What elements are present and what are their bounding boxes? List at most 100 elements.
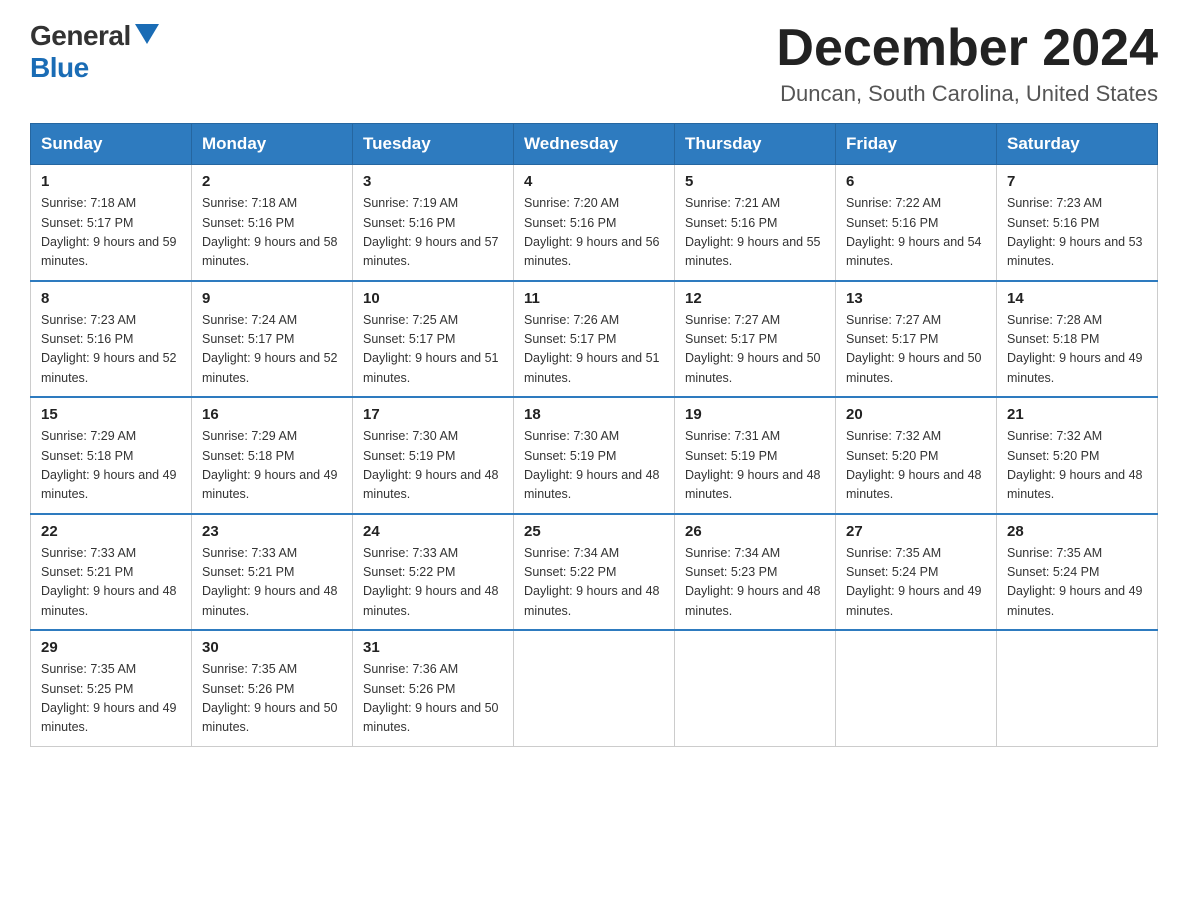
- day-info: Sunrise: 7:28 AMSunset: 5:18 PMDaylight:…: [1007, 311, 1147, 389]
- day-info: Sunrise: 7:32 AMSunset: 5:20 PMDaylight:…: [846, 427, 986, 505]
- day-number: 11: [524, 290, 664, 307]
- calendar-cell: 10 Sunrise: 7:25 AMSunset: 5:17 PMDayligh…: [353, 281, 514, 398]
- day-info: Sunrise: 7:26 AMSunset: 5:17 PMDaylight:…: [524, 311, 664, 389]
- day-info: Sunrise: 7:36 AMSunset: 5:26 PMDaylight:…: [363, 660, 503, 738]
- day-number: 7: [1007, 173, 1147, 190]
- calendar-cell: 5Sunrise: 7:21 AMSunset: 5:16 PMDaylight…: [675, 165, 836, 281]
- calendar-cell: 2 Sunrise: 7:18 AMSunset: 5:16 PMDaylight…: [192, 165, 353, 281]
- day-info: Sunrise: 7:23 AMSunset: 5:16 PMDaylight:…: [41, 311, 181, 389]
- day-info: Sunrise: 7:34 AMSunset: 5:23 PMDaylight:…: [685, 544, 825, 622]
- day-number: 21: [1007, 406, 1147, 423]
- day-info: Sunrise: 7:32 AMSunset: 5:20 PMDaylight:…: [1007, 427, 1147, 505]
- day-info: Sunrise: 7:33 AMSunset: 5:21 PMDaylight:…: [202, 544, 342, 622]
- day-number: 1: [41, 173, 181, 190]
- day-info: Sunrise: 7:35 AMSunset: 5:25 PMDaylight:…: [41, 660, 181, 738]
- day-number: 8: [41, 290, 181, 307]
- day-info: Sunrise: 7:30 AMSunset: 5:19 PMDaylight:…: [363, 427, 503, 505]
- day-number: 2: [202, 173, 342, 190]
- day-info: Sunrise: 7:18 AMSunset: 5:16 PMDaylight:…: [202, 194, 342, 272]
- week-row-1: 1 Sunrise: 7:18 AMSunset: 5:17 PMDaylight…: [31, 165, 1158, 281]
- day-number: 22: [41, 523, 181, 540]
- calendar-header-row: SundayMondayTuesdayWednesdayThursdayFrid…: [31, 124, 1158, 165]
- calendar-cell: 21 Sunrise: 7:32 AMSunset: 5:20 PMDayligh…: [997, 397, 1158, 514]
- day-info: Sunrise: 7:20 AMSunset: 5:16 PMDaylight:…: [524, 194, 664, 272]
- location-title: Duncan, South Carolina, United States: [776, 81, 1158, 107]
- day-info: Sunrise: 7:27 AMSunset: 5:17 PMDaylight:…: [685, 311, 825, 389]
- day-info: Sunrise: 7:29 AMSunset: 5:18 PMDaylight:…: [41, 427, 181, 505]
- week-row-4: 22 Sunrise: 7:33 AMSunset: 5:21 PMDayligh…: [31, 514, 1158, 631]
- calendar-cell: 19 Sunrise: 7:31 AMSunset: 5:19 PMDayligh…: [675, 397, 836, 514]
- header-saturday: Saturday: [997, 124, 1158, 165]
- day-number: 3: [363, 173, 503, 190]
- calendar-cell: 17 Sunrise: 7:30 AMSunset: 5:19 PMDayligh…: [353, 397, 514, 514]
- week-row-3: 15 Sunrise: 7:29 AMSunset: 5:18 PMDayligh…: [31, 397, 1158, 514]
- calendar-cell: 18 Sunrise: 7:30 AMSunset: 5:19 PMDayligh…: [514, 397, 675, 514]
- day-info: Sunrise: 7:18 AMSunset: 5:17 PMDaylight:…: [41, 194, 181, 272]
- day-info: Sunrise: 7:24 AMSunset: 5:17 PMDaylight:…: [202, 311, 342, 389]
- calendar-cell: 16 Sunrise: 7:29 AMSunset: 5:18 PMDayligh…: [192, 397, 353, 514]
- calendar-cell: [514, 630, 675, 746]
- header-friday: Friday: [836, 124, 997, 165]
- calendar-cell: [675, 630, 836, 746]
- calendar-cell: 4 Sunrise: 7:20 AMSunset: 5:16 PMDaylight…: [514, 165, 675, 281]
- day-info: Sunrise: 7:25 AMSunset: 5:17 PMDaylight:…: [363, 311, 503, 389]
- logo: General Blue: [30, 20, 159, 84]
- day-number: 15: [41, 406, 181, 423]
- day-number: 30: [202, 639, 342, 656]
- day-number: 12: [685, 290, 825, 307]
- day-number: 14: [1007, 290, 1147, 307]
- header-thursday: Thursday: [675, 124, 836, 165]
- day-info: Sunrise: 7:35 AMSunset: 5:24 PMDaylight:…: [1007, 544, 1147, 622]
- calendar-cell: 23Sunrise: 7:33 AMSunset: 5:21 PMDayligh…: [192, 514, 353, 631]
- day-info: Sunrise: 7:27 AMSunset: 5:17 PMDaylight:…: [846, 311, 986, 389]
- day-info: Sunrise: 7:29 AMSunset: 5:18 PMDaylight:…: [202, 427, 342, 505]
- day-number: 26: [685, 523, 825, 540]
- calendar-cell: 24Sunrise: 7:33 AMSunset: 5:22 PMDayligh…: [353, 514, 514, 631]
- logo-general: General: [30, 20, 131, 52]
- calendar-cell: 30 Sunrise: 7:35 AMSunset: 5:26 PMDayligh…: [192, 630, 353, 746]
- day-number: 10: [363, 290, 503, 307]
- calendar-cell: 7 Sunrise: 7:23 AMSunset: 5:16 PMDaylight…: [997, 165, 1158, 281]
- calendar-cell: 31 Sunrise: 7:36 AMSunset: 5:26 PMDayligh…: [353, 630, 514, 746]
- header-monday: Monday: [192, 124, 353, 165]
- title-area: December 2024 Duncan, South Carolina, Un…: [776, 20, 1158, 107]
- calendar-cell: 28Sunrise: 7:35 AMSunset: 5:24 PMDayligh…: [997, 514, 1158, 631]
- day-number: 6: [846, 173, 986, 190]
- day-number: 19: [685, 406, 825, 423]
- calendar-cell: 12 Sunrise: 7:27 AMSunset: 5:17 PMDayligh…: [675, 281, 836, 398]
- day-info: Sunrise: 7:22 AMSunset: 5:16 PMDaylight:…: [846, 194, 986, 272]
- day-info: Sunrise: 7:31 AMSunset: 5:19 PMDaylight:…: [685, 427, 825, 505]
- logo-blue: Blue: [30, 52, 89, 84]
- calendar-cell: 15 Sunrise: 7:29 AMSunset: 5:18 PMDayligh…: [31, 397, 192, 514]
- day-info: Sunrise: 7:33 AMSunset: 5:22 PMDaylight:…: [363, 544, 503, 622]
- calendar-table: SundayMondayTuesdayWednesdayThursdayFrid…: [30, 123, 1158, 747]
- calendar-cell: 13Sunrise: 7:27 AMSunset: 5:17 PMDayligh…: [836, 281, 997, 398]
- calendar-cell: 9 Sunrise: 7:24 AMSunset: 5:17 PMDaylight…: [192, 281, 353, 398]
- day-number: 17: [363, 406, 503, 423]
- week-row-2: 8 Sunrise: 7:23 AMSunset: 5:16 PMDaylight…: [31, 281, 1158, 398]
- day-number: 4: [524, 173, 664, 190]
- day-number: 16: [202, 406, 342, 423]
- calendar-cell: 20Sunrise: 7:32 AMSunset: 5:20 PMDayligh…: [836, 397, 997, 514]
- day-number: 31: [363, 639, 503, 656]
- day-number: 18: [524, 406, 664, 423]
- header: General Blue December 2024 Duncan, South…: [30, 20, 1158, 107]
- day-number: 9: [202, 290, 342, 307]
- calendar-cell: 6 Sunrise: 7:22 AMSunset: 5:16 PMDaylight…: [836, 165, 997, 281]
- day-info: Sunrise: 7:35 AMSunset: 5:26 PMDaylight:…: [202, 660, 342, 738]
- day-info: Sunrise: 7:30 AMSunset: 5:19 PMDaylight:…: [524, 427, 664, 505]
- calendar-cell: 27Sunrise: 7:35 AMSunset: 5:24 PMDayligh…: [836, 514, 997, 631]
- calendar-cell: [997, 630, 1158, 746]
- month-title: December 2024: [776, 20, 1158, 77]
- calendar-cell: [836, 630, 997, 746]
- day-info: Sunrise: 7:23 AMSunset: 5:16 PMDaylight:…: [1007, 194, 1147, 272]
- week-row-5: 29 Sunrise: 7:35 AMSunset: 5:25 PMDayligh…: [31, 630, 1158, 746]
- header-sunday: Sunday: [31, 124, 192, 165]
- day-number: 29: [41, 639, 181, 656]
- calendar-cell: 25Sunrise: 7:34 AMSunset: 5:22 PMDayligh…: [514, 514, 675, 631]
- calendar-cell: 3Sunrise: 7:19 AMSunset: 5:16 PMDaylight…: [353, 165, 514, 281]
- calendar-cell: 1 Sunrise: 7:18 AMSunset: 5:17 PMDaylight…: [31, 165, 192, 281]
- calendar-cell: 26 Sunrise: 7:34 AMSunset: 5:23 PMDayligh…: [675, 514, 836, 631]
- day-info: Sunrise: 7:33 AMSunset: 5:21 PMDaylight:…: [41, 544, 181, 622]
- calendar-cell: 8 Sunrise: 7:23 AMSunset: 5:16 PMDaylight…: [31, 281, 192, 398]
